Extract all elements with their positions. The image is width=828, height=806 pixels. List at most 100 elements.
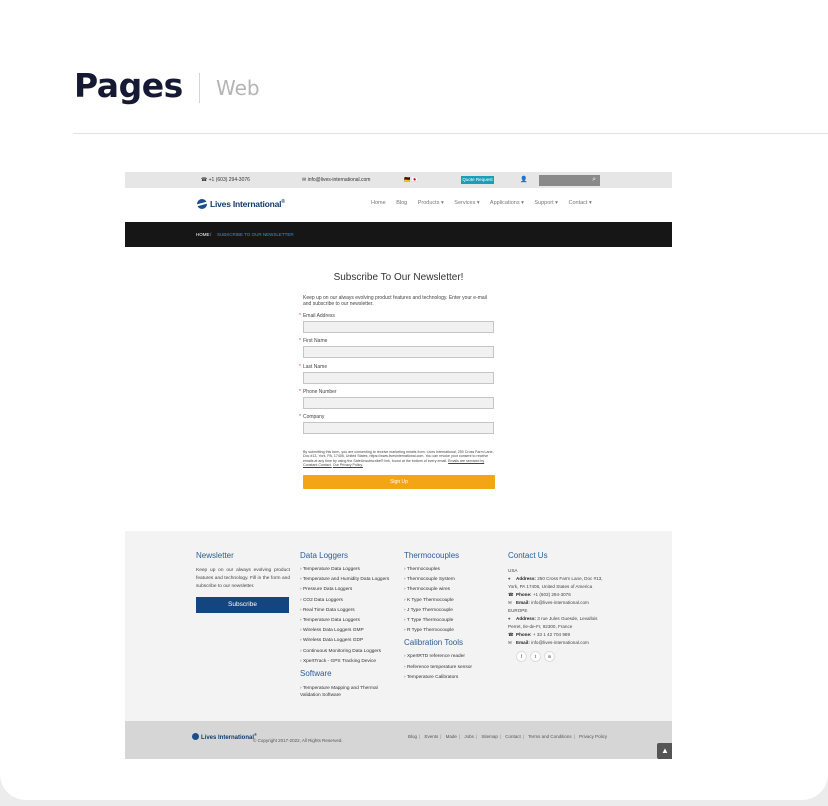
nav-products[interactable]: Products ▾ [418, 200, 444, 206]
region-usa: USA [508, 568, 518, 573]
footer-link[interactable]: Reference temperature sensor [404, 665, 472, 670]
privacy-policy-link[interactable]: Our Privacy Policy. [333, 463, 363, 467]
nav-applications[interactable]: Applications ▾ [490, 200, 524, 206]
eu-phone[interactable]: ☎ Phone: + 33 1 42 704 989 [508, 631, 604, 639]
footer-link[interactable]: Thermocouples [404, 567, 472, 572]
phone-label: * Phone Number [299, 389, 337, 395]
footer-link[interactable]: CO2 Data Loggers [300, 598, 390, 603]
footer-thermocouples: Thermocouples Thermocouples Thermocouple… [404, 551, 472, 685]
subscribe-button[interactable]: Subscribe [196, 597, 289, 613]
bottom-link-sitemap[interactable]: Sitemap [481, 734, 498, 739]
footer-link[interactable]: Temperature and Humidity Data Loggers [300, 577, 390, 582]
last-name-field[interactable] [303, 372, 494, 384]
bottom-link-made[interactable]: Made [446, 734, 457, 739]
footer-link[interactable]: T Type Thermocouple [404, 618, 472, 623]
footer-link[interactable]: Temperature Mapping and Thermal Validati… [300, 685, 390, 699]
consent-text: By submitting this form, you are consent… [303, 450, 494, 468]
newsletter-heading: Newsletter [196, 551, 234, 560]
footer-link[interactable]: Wireless Data Loggers GDP [300, 638, 390, 643]
bottom-link-privacy[interactable]: Privacy Policy [579, 734, 607, 739]
nav-services[interactable]: Services ▾ [454, 200, 479, 206]
usa-address: ⌖ Address: 250 Cross Farm Lane, Doc #13, … [508, 576, 603, 589]
footer-link[interactable]: Real Time Data Loggers [300, 608, 390, 613]
footer-link[interactable]: Thermocouple wires [404, 587, 472, 592]
footer-link[interactable]: XpertRTD reference reader [404, 654, 472, 659]
software-heading: Software [300, 668, 332, 678]
data-loggers-heading: Data Loggers [300, 551, 349, 560]
footer-link[interactable]: Thermocouple System [404, 577, 472, 582]
nav-home[interactable]: Home [371, 200, 386, 206]
eu-email[interactable]: ✉ Email: info@lives-international.com [508, 639, 604, 647]
footer-data-loggers: Data Loggers Temperature Data Loggers Te… [300, 551, 390, 704]
first-name-field[interactable] [303, 346, 494, 358]
first-name-label: * First Name [299, 338, 328, 344]
mail-icon: ✉ [508, 640, 512, 645]
showcase-card: Pages Web ☎ +1 (603) 294-3076 ✉ info@liv… [0, 0, 828, 800]
phone-icon: ☎ [201, 177, 209, 183]
title-divider [199, 73, 200, 103]
nav-contact[interactable]: Contact ▾ [568, 200, 591, 206]
twitter-icon[interactable]: t [530, 651, 541, 662]
user-icon[interactable]: 👤 [520, 176, 527, 183]
footer-link[interactable]: K Type Thermocouple [404, 598, 472, 603]
quote-request-button[interactable]: Quote Request [461, 176, 494, 184]
footer-link[interactable]: Wireless Data Loggers GMP [300, 628, 390, 633]
form-intro: Keep up on our always evolving product f… [303, 295, 487, 307]
last-name-label: * Last Name [299, 364, 328, 370]
topbar-phone[interactable]: ☎ +1 (603) 294-3076 [201, 177, 250, 183]
footer-newsletter: Newsletter Keep up on our always evolvin… [196, 551, 290, 613]
facebook-icon[interactable]: f [516, 651, 527, 662]
location-pin-icon: ⌖ [508, 616, 511, 621]
footer-logo[interactable]: Lives International® [192, 732, 257, 741]
form-title: Subscribe To Our Newsletter! [333, 272, 464, 283]
footer-link[interactable]: Pressure Data Loggers [300, 587, 390, 592]
bottom-link-contact[interactable]: Contact [505, 734, 521, 739]
usa-email[interactable]: ✉ Email: info@lives-international.com [508, 599, 604, 607]
newsletter-text: Keep up on our always evolving product f… [196, 568, 290, 589]
bottom-link-jobs[interactable]: Jobs [464, 734, 474, 739]
search-input[interactable]: ⌕ [539, 175, 600, 186]
region-europe: EUROPE [508, 608, 528, 613]
company-label: * Company [299, 414, 325, 420]
phone-field[interactable] [303, 397, 494, 409]
footer-link[interactable]: Temperature Calibrators [404, 675, 472, 680]
mail-icon: ✉ [508, 600, 512, 605]
email-label: * Email Address [299, 313, 335, 319]
bottom-bar: Lives International® © Copyright 2017-20… [125, 721, 672, 759]
bottom-links: Blog | Events | Made | Jobs | Sitemap | Conta… [408, 734, 608, 739]
back-to-top-button[interactable]: ▲ [657, 743, 672, 759]
bottom-link-events[interactable]: Events [424, 734, 438, 739]
usa-phone[interactable]: ☎ Phone: +1 (603) 294-3076 [508, 591, 604, 599]
utility-bar: ☎ +1 (603) 294-3076 ✉ info@lives-interna… [125, 172, 672, 188]
sign-up-button[interactable]: Sign Up [303, 475, 495, 489]
language-flags[interactable]: 🇩🇪 🇯🇵 [404, 177, 418, 183]
company-field[interactable] [303, 422, 494, 434]
page-title: Pages [74, 66, 183, 105]
bottom-link-blog[interactable]: Blog [408, 734, 417, 739]
nav-blog[interactable]: Blog [396, 200, 407, 206]
footer-link[interactable]: XpertTrack - GPS Tracking Device [300, 659, 390, 664]
contact-heading: Contact Us [508, 551, 548, 560]
breadcrumb-home[interactable]: HOME [196, 232, 210, 237]
footer-link[interactable]: Continuous Monitoring Data Loggers [300, 649, 390, 654]
bottom-link-terms[interactable]: Terms and Conditions [528, 734, 572, 739]
thermocouples-heading: Thermocouples [404, 551, 460, 560]
logo-globe-icon [192, 733, 199, 740]
email-field[interactable] [303, 321, 494, 333]
breadcrumb-current: SUBSCRIBE TO OUR NEWSLETTER [217, 232, 294, 237]
header-rule [73, 133, 828, 134]
site-logo[interactable]: Lives International® [197, 199, 285, 211]
location-pin-icon: ⌖ [508, 576, 511, 581]
footer-link[interactable]: Temperature Data Loggers [300, 618, 390, 623]
logo-globe-icon [197, 199, 207, 209]
footer-link[interactable]: J Type Thermocouple [404, 608, 472, 613]
search-icon[interactable]: ⌕ [592, 176, 596, 184]
site-footer: Newsletter Keep up on our always evolvin… [125, 531, 672, 721]
topbar-email[interactable]: ✉ info@lives-international.com [302, 177, 370, 183]
linkedin-icon[interactable]: in [544, 651, 555, 662]
nav-support[interactable]: Support ▾ [534, 200, 558, 206]
phone-icon: ☎ [508, 632, 514, 637]
footer-contact: Contact Us USA ⌖ Address: 250 Cross Farm … [508, 551, 604, 662]
footer-link[interactable]: R Type Thermocouple [404, 628, 472, 633]
footer-link[interactable]: Temperature Data Loggers [300, 567, 390, 572]
